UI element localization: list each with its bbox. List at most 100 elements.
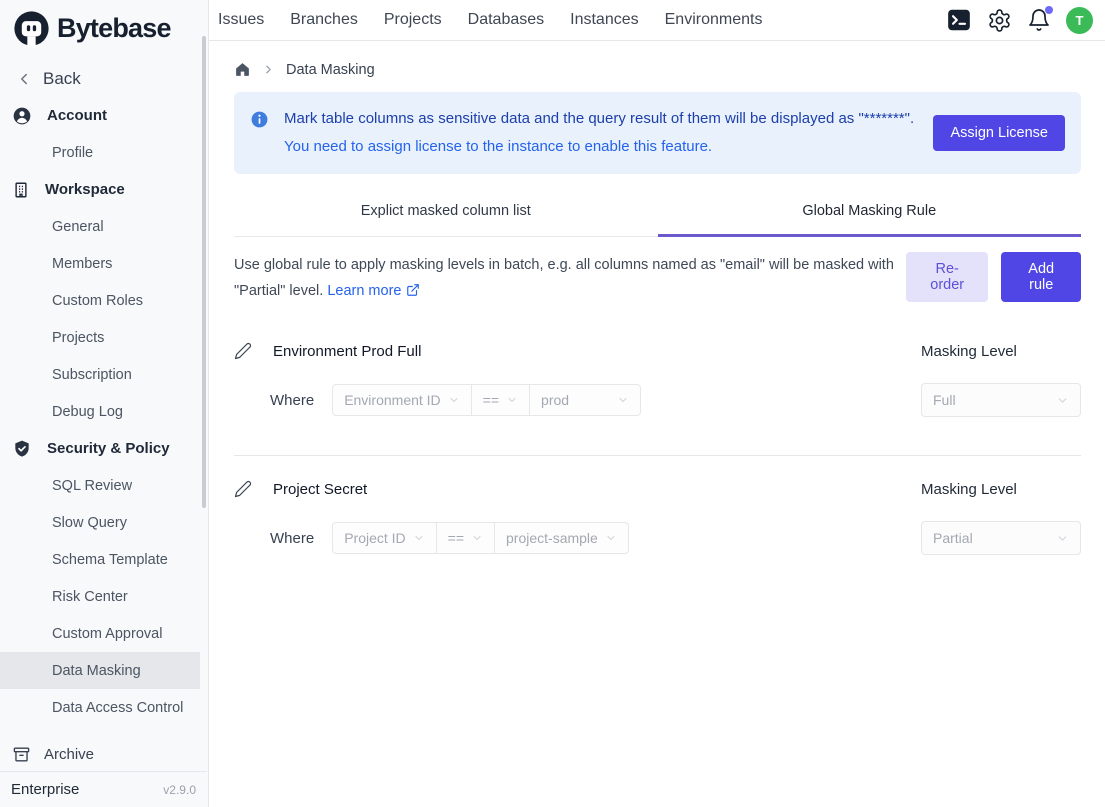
condition-operator-value: == (448, 530, 464, 546)
condition-operator-value: == (483, 392, 499, 408)
rule-condition-row: Where Project ID == project-sample (234, 521, 1081, 555)
condition-factor-select[interactable]: Environment ID (333, 385, 471, 415)
nav-branches[interactable]: Branches (290, 11, 358, 29)
sidebar-section-account: Account (0, 97, 208, 134)
condition-value: prod (541, 392, 569, 408)
rules-header: Use global rule to apply masking levels … (234, 252, 1081, 304)
nav-databases[interactable]: Databases (468, 11, 545, 29)
masking-level-label: Masking Level (921, 343, 1081, 360)
tabs: Explict masked column list Global Maskin… (234, 191, 1081, 237)
masking-level-select[interactable]: Full (921, 383, 1081, 417)
learn-more-label: Learn more (327, 283, 401, 299)
masking-level-value: Partial (933, 530, 973, 546)
tab-global-masking-rule[interactable]: Global Masking Rule (658, 191, 1082, 237)
sidebar-section-label: Workspace (45, 181, 125, 198)
sidebar-item-custom-approval[interactable]: Custom Approval (0, 615, 200, 652)
chevron-down-icon (605, 532, 617, 544)
learn-more-link[interactable]: Learn more (327, 283, 419, 299)
info-icon (250, 110, 269, 129)
user-icon (12, 106, 32, 126)
nav-issues[interactable]: Issues (218, 11, 264, 29)
sidebar-item-audit-log[interactable]: Audit Log (0, 726, 200, 735)
condition-group: Environment ID == prod (332, 384, 641, 416)
sidebar-item-members[interactable]: Members (0, 245, 200, 282)
app-window: Bytebase Back AccountProfile Workspace Gen… (0, 0, 1105, 807)
sidebar-item-custom-roles[interactable]: Custom Roles (0, 282, 200, 319)
rules-description: Use global rule to apply masking levels … (234, 252, 906, 304)
chevron-down-icon (506, 394, 518, 406)
sidebar-item-debug-log[interactable]: Debug Log (0, 393, 200, 430)
sidebar-item-archive[interactable]: Archive (0, 738, 207, 771)
where-label: Where (270, 392, 314, 409)
chevron-right-icon (262, 63, 275, 76)
sidebar-item-data-access-control[interactable]: Data Access Control (0, 689, 200, 726)
rule-title: Project Secret (273, 481, 367, 498)
chevron-down-icon (471, 532, 483, 544)
edit-pencil-icon[interactable] (234, 342, 252, 360)
sidebar-item-subscription[interactable]: Subscription (0, 356, 200, 393)
notification-dot (1045, 6, 1053, 14)
masking-rule-card: Environment Prod Full Masking Level Wher… (234, 342, 1081, 417)
sidebar-section-workspace: Workspace (0, 171, 208, 208)
nav-instances[interactable]: Instances (570, 11, 638, 29)
top-navigation-bar: Issues Branches Projects Databases Instances… (209, 0, 1105, 41)
top-icons: T (946, 7, 1093, 34)
sidebar-item-general[interactable]: General (0, 208, 200, 245)
condition-value: project-sample (506, 530, 598, 546)
masking-level-value: Full (933, 392, 956, 408)
condition-group: Project ID == project-sample (332, 522, 629, 554)
masking-level-select[interactable]: Partial (921, 521, 1081, 555)
sidebar-item-schema-template[interactable]: Schema Template (0, 541, 200, 578)
settings-gear-icon[interactable] (987, 8, 1012, 33)
breadcrumb: Data Masking (234, 41, 1081, 92)
edit-pencil-icon[interactable] (234, 480, 252, 498)
bytebase-logo[interactable]: Bytebase (0, 0, 208, 56)
sidebar-item-sql-review[interactable]: SQL Review (0, 467, 200, 504)
condition-value-select[interactable]: prod (530, 385, 640, 415)
sidebar-item-projects[interactable]: Projects (0, 319, 200, 356)
rule-title-row: Project Secret Masking Level (234, 480, 1081, 498)
rule-title: Environment Prod Full (273, 343, 421, 360)
condition-factor-select[interactable]: Project ID (333, 523, 436, 553)
user-avatar[interactable]: T (1066, 7, 1093, 34)
home-icon[interactable] (234, 61, 251, 78)
condition-operator-select[interactable]: == (437, 523, 495, 553)
brand-name: Bytebase (57, 13, 171, 44)
chevron-down-icon (617, 394, 629, 406)
back-button[interactable]: Back (0, 60, 208, 97)
sidebar-footer: Enterprise v2.9.0 (0, 771, 207, 807)
condition-operator-select[interactable]: == (472, 385, 530, 415)
add-rule-button[interactable]: Add rule (1001, 252, 1081, 302)
tab-explict-masked-column-list[interactable]: Explict masked column list (234, 191, 658, 237)
chevron-down-icon (448, 394, 460, 406)
building-icon (12, 181, 30, 199)
where-label: Where (270, 530, 314, 547)
sidebar-scrollbar[interactable] (202, 36, 206, 508)
sidebar-section-label: Security & Policy (47, 440, 170, 457)
nav-environments[interactable]: Environments (665, 11, 763, 29)
condition-factor-value: Project ID (344, 530, 405, 546)
back-label: Back (43, 69, 81, 89)
assign-license-button[interactable]: Assign License (933, 115, 1065, 151)
chevron-down-icon (1056, 532, 1069, 545)
nav-links: Issues Branches Projects Databases Instances… (218, 11, 762, 29)
reorder-button[interactable]: Re-order (906, 252, 988, 302)
sql-editor-terminal-icon[interactable] (946, 7, 972, 33)
rules-actions: Re-order Add rule (906, 252, 1081, 302)
condition-value-select[interactable]: project-sample (495, 523, 628, 553)
nav-projects[interactable]: Projects (384, 11, 442, 29)
sidebar-item-slow-query[interactable]: Slow Query (0, 504, 200, 541)
sidebar-item-profile[interactable]: Profile (0, 134, 200, 171)
sidebar-item-data-masking[interactable]: Data Masking (0, 652, 200, 689)
sidebar-item-risk-center[interactable]: Risk Center (0, 578, 200, 615)
chevron-left-icon (15, 70, 33, 88)
license-info-banner: Mark table columns as sensitive data and… (234, 92, 1081, 174)
breadcrumb-current: Data Masking (286, 62, 375, 78)
notifications-bell-icon[interactable] (1027, 8, 1051, 32)
rule-title-row: Environment Prod Full Masking Level (234, 342, 1081, 360)
plan-label: Enterprise (11, 781, 79, 798)
masking-rule-card: Project Secret Masking Level Where Proje… (234, 480, 1081, 555)
sidebar-section-security-policy: Security & Policy (0, 430, 208, 467)
condition-factor-value: Environment ID (344, 392, 440, 408)
sidebar-nav: Back AccountProfile Workspace GeneralMembe… (0, 56, 208, 735)
